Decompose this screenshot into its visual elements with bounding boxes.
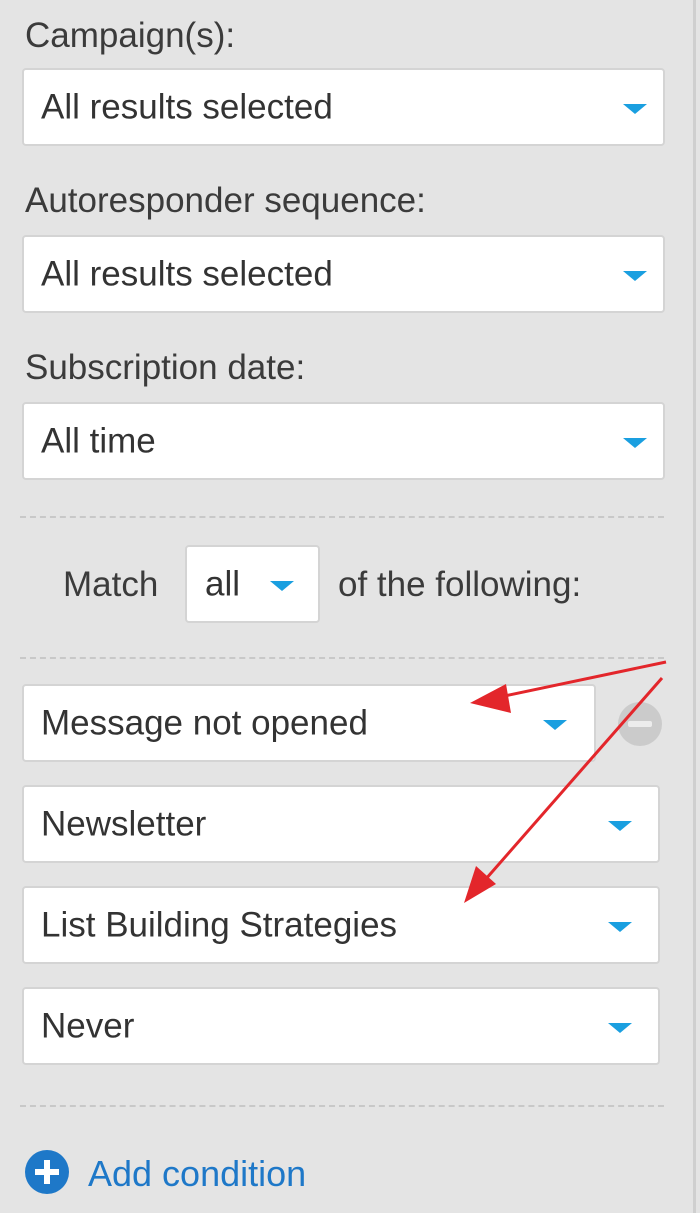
match-prefix: Match: [63, 565, 159, 604]
match-suffix: of the following:: [338, 565, 582, 604]
autoresponder-value: All results selected: [41, 254, 333, 294]
chevron-down-icon: [623, 271, 647, 281]
campaigns-label: Campaign(s):: [25, 16, 236, 55]
plus-circle-icon[interactable]: [25, 1150, 69, 1194]
condition-type-select[interactable]: Message not opened: [22, 684, 596, 762]
campaigns-value: All results selected: [41, 87, 333, 127]
subscription-date-select[interactable]: All time: [22, 402, 665, 480]
message-value: List Building Strategies: [41, 905, 398, 945]
chevron-down-icon: [608, 922, 632, 932]
message-kind-select[interactable]: Newsletter: [22, 785, 660, 863]
autoresponder-select[interactable]: All results selected: [22, 235, 665, 313]
subscription-date-value: All time: [41, 421, 156, 461]
divider: [20, 1105, 664, 1107]
match-mode-select[interactable]: all: [185, 545, 320, 623]
condition-type-value: Message not opened: [41, 703, 368, 743]
chevron-down-icon: [608, 1023, 632, 1033]
chevron-down-icon: [270, 581, 294, 591]
match-mode-value: all: [205, 564, 241, 604]
subscription-date-label: Subscription date:: [25, 348, 306, 387]
add-condition-link[interactable]: Add condition: [88, 1156, 306, 1192]
remove-condition-button[interactable]: [618, 702, 662, 746]
timeframe-value: Never: [41, 1006, 135, 1046]
autoresponder-label: Autoresponder sequence:: [25, 181, 426, 220]
chevron-down-icon: [623, 438, 647, 448]
message-select[interactable]: List Building Strategies: [22, 886, 660, 964]
timeframe-select[interactable]: Never: [22, 987, 660, 1065]
chevron-down-icon: [608, 821, 632, 831]
filter-panel: Campaign(s): All results selected Autore…: [0, 0, 696, 1213]
divider: [20, 516, 664, 518]
message-kind-value: Newsletter: [41, 804, 207, 844]
chevron-down-icon: [543, 720, 567, 730]
chevron-down-icon: [623, 104, 647, 114]
divider: [20, 657, 664, 659]
campaigns-select[interactable]: All results selected: [22, 68, 665, 146]
